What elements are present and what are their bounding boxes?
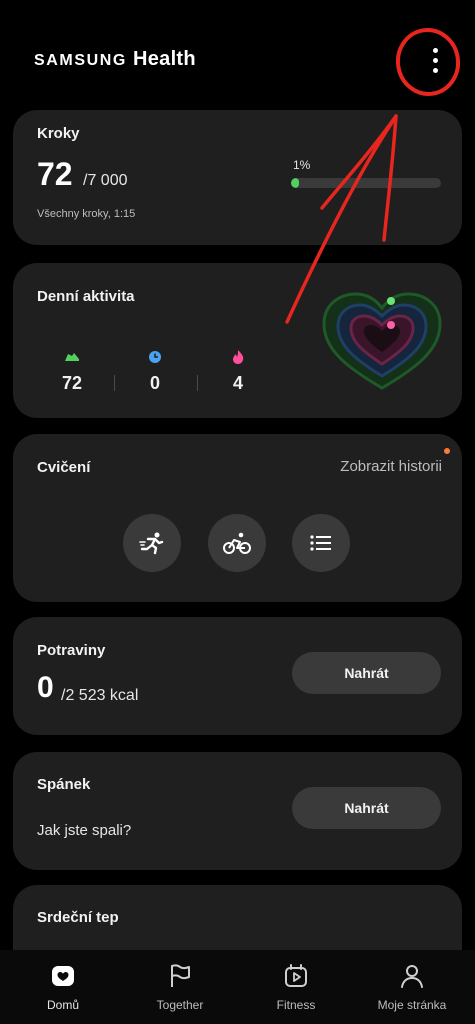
bottom-navigation: Domů Together Fitness Moje stránka: [0, 950, 475, 1024]
stat-divider: [114, 375, 115, 391]
running-icon: [139, 532, 164, 555]
food-value: 0: [37, 671, 54, 704]
brand-health: Health: [132, 48, 196, 70]
activity-ring-marker-pink: [387, 321, 395, 329]
nav-label-together: Together: [156, 998, 204, 1012]
more-vertical-icon-dot: [432, 57, 438, 63]
exercise-title: Cvičení: [37, 459, 91, 476]
nav-label-home: Domů: [46, 998, 79, 1012]
steps-percent: 1%: [293, 158, 311, 172]
person-icon: [401, 965, 423, 988]
steps-value: 72: [37, 156, 73, 192]
food-card[interactable]: Potraviny 0 /2 523 kcal Nahrát: [13, 617, 462, 735]
exercise-card[interactable]: Cvičení Zobrazit historii: [13, 434, 462, 602]
nav-item-my-page[interactable]: Moje stránka: [362, 962, 462, 1012]
activity-title: Denní aktivita: [37, 288, 135, 305]
nav-item-together[interactable]: Together: [130, 962, 230, 1012]
flame-icon: [233, 350, 244, 364]
more-options-button[interactable]: [416, 40, 454, 80]
notification-dot: [444, 448, 450, 454]
list-icon: [310, 535, 331, 551]
app-logo: SAMSUNG Health: [34, 48, 196, 71]
nav-label-my-page: Moje stránka: [377, 998, 447, 1012]
activity-stat-calories: 4: [218, 349, 258, 394]
food-record-button[interactable]: Nahrát: [292, 652, 441, 694]
app-header: SAMSUNG Health: [0, 0, 475, 100]
sleep-title: Spánek: [37, 776, 91, 793]
steps-note: Všechny kroky, 1:15: [37, 208, 136, 220]
activity-steps-value: 72: [61, 373, 83, 393]
steps-card[interactable]: Kroky 72 /7 000 Všechny kroky, 1:15 1%: [13, 110, 462, 245]
nav-item-fitness[interactable]: Fitness: [246, 962, 346, 1012]
running-button[interactable]: [123, 514, 181, 572]
cycling-icon: [223, 532, 251, 554]
steps-progress-bar: [291, 178, 441, 188]
nav-label-fitness: Fitness: [276, 998, 316, 1012]
clock-icon: [149, 351, 161, 363]
more-vertical-icon: [432, 47, 438, 53]
sleep-record-button[interactable]: Nahrát: [292, 787, 441, 829]
activity-minutes-value: 0: [149, 373, 160, 393]
exercise-list-button[interactable]: [292, 514, 350, 572]
nav-item-home[interactable]: Domů: [13, 962, 113, 1012]
steps-progress-fill: [291, 178, 299, 188]
home-icon: [52, 966, 74, 986]
steps-goal: /7 000: [83, 172, 128, 189]
activity-heart-rings: [322, 292, 442, 390]
stat-divider: [197, 375, 198, 391]
sleep-question: Jak jste spali?: [37, 822, 132, 839]
flag-icon: [171, 964, 190, 987]
view-history-link[interactable]: Zobrazit historii: [340, 458, 442, 475]
steps-title: Kroky: [37, 125, 80, 142]
daily-activity-card[interactable]: Denní aktivita 72 0 4: [13, 263, 462, 418]
heart-rate-title: Srdeční tep: [37, 909, 119, 926]
activity-ring-marker-green: [387, 297, 395, 305]
cycling-button[interactable]: [208, 514, 266, 572]
brand-samsung: SAMSUNG: [34, 52, 127, 69]
more-vertical-icon-dot: [432, 67, 438, 73]
food-goal: /2 523 kcal: [61, 687, 139, 704]
food-title: Potraviny: [37, 642, 106, 659]
play-icon: [285, 964, 307, 987]
activity-stat-steps: 72: [52, 349, 92, 394]
sleep-card[interactable]: Spánek Jak jste spali? Nahrát: [13, 752, 462, 870]
activity-stat-minutes: 0: [135, 349, 175, 394]
shoe-icon: [65, 353, 79, 361]
activity-calories-value: 4: [232, 373, 243, 393]
